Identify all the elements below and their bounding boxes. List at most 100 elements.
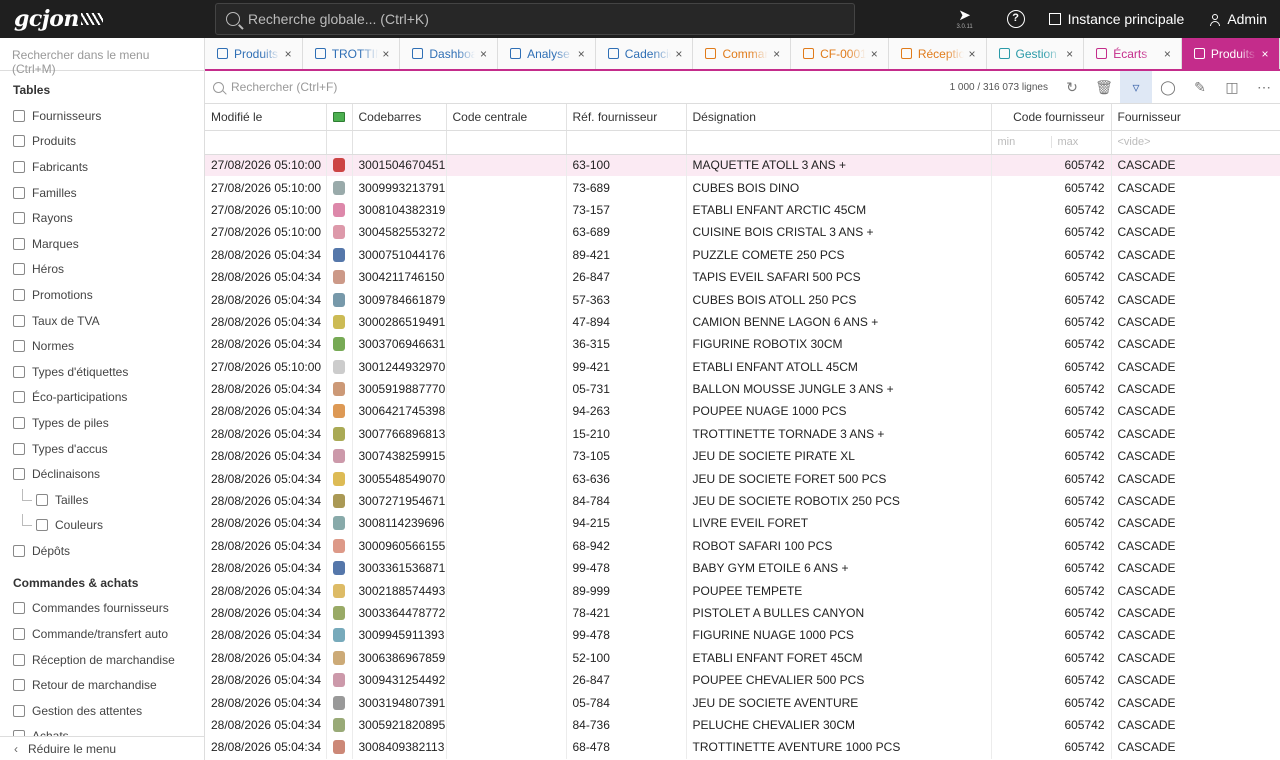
refresh-button[interactable]: ↻ [1056, 71, 1088, 103]
table-row[interactable]: 28/08/2026 05:04:34 3002188574493 89-999 PO… [205, 579, 1280, 602]
sidebar-item-produits[interactable]: Produits [0, 129, 204, 155]
product-thumbnail[interactable] [333, 247, 345, 262]
compare-button[interactable]: ◯ [1152, 71, 1184, 103]
product-thumbnail[interactable] [333, 180, 345, 195]
table-row[interactable]: 28/08/2026 05:04:34 3005919887770 05-731 BA… [205, 377, 1280, 401]
product-thumbnail[interactable] [333, 650, 345, 665]
close-icon[interactable]: × [968, 47, 975, 61]
close-icon[interactable]: × [1262, 47, 1269, 61]
delete-button[interactable]: 🗑 [1088, 71, 1120, 103]
close-icon[interactable]: × [1066, 47, 1073, 61]
product-thumbnail[interactable] [333, 516, 345, 531]
tab-trottinette[interactable]: TROTTINETTE × [303, 38, 401, 69]
table-row[interactable]: 28/08/2026 05:04:34 3008114239696 94-215 LI… [205, 512, 1280, 535]
sidebar-item-commande-transfert-auto[interactable]: Commande/transfert auto [0, 621, 204, 647]
tab-cadencier[interactable]: Cadencier × [596, 38, 694, 69]
sidebar-item-normes[interactable]: Normes [0, 333, 204, 359]
sidebar-item-taux-de-tva[interactable]: Taux de TVA [0, 308, 204, 334]
table-row[interactable]: 28/08/2026 05:04:34 3005548549070 63-636 JE… [205, 467, 1280, 490]
global-search-input[interactable]: Recherche globale... (Ctrl+K) [215, 3, 855, 35]
release-notes-button[interactable]: ➤ 3.0.11 [945, 7, 985, 31]
product-thumbnail[interactable] [333, 292, 345, 307]
column-header-image[interactable] [326, 104, 353, 131]
close-icon[interactable]: × [773, 47, 780, 61]
sidebar-item-gestion-des-attentes[interactable]: Gestion des attentes [0, 698, 204, 724]
product-thumbnail[interactable] [333, 404, 345, 419]
filter-min-input[interactable]: min [992, 136, 1052, 148]
filter-modified[interactable] [205, 130, 327, 155]
sidebar-item-marques[interactable]: Marques [0, 231, 204, 257]
column-header-modified[interactable]: Modifié le [205, 104, 327, 131]
product-thumbnail[interactable] [333, 606, 345, 620]
close-icon[interactable]: × [285, 47, 292, 61]
filter-max-input[interactable]: max [1052, 136, 1111, 148]
column-header-designation[interactable]: Désignation [686, 104, 992, 131]
tab-produits[interactable]: Produits × [1181, 38, 1280, 69]
tab-reception[interactable]: Réception × [889, 38, 987, 69]
product-thumbnail[interactable] [333, 583, 345, 598]
sidebar-item-types-d-accus[interactable]: Types d'accus [0, 436, 204, 462]
tab-cf-0001[interactable]: CF-0001 × [791, 38, 889, 69]
table-row[interactable]: 28/08/2026 05:04:34 3009945911393 99-478 FI… [205, 624, 1280, 647]
table-row[interactable]: 28/08/2026 05:04:34 3006386967859 52-100 ET… [205, 646, 1280, 669]
column-header-central-code[interactable]: Code centrale [446, 104, 567, 131]
column-header-supplier-code[interactable]: Code fournisseur [991, 104, 1112, 131]
product-thumbnail[interactable] [333, 337, 345, 352]
help-button[interactable]: ? [1006, 10, 1025, 28]
sidebar-item-retour-de-marchandise[interactable]: Retour de marchandise [0, 672, 204, 698]
close-icon[interactable]: × [871, 47, 878, 61]
filter-designation[interactable] [686, 130, 992, 155]
close-icon[interactable]: × [480, 47, 487, 61]
product-thumbnail[interactable] [333, 359, 345, 374]
table-row[interactable]: 28/08/2026 05:04:34 3003364478772 78-421 PI… [205, 601, 1280, 625]
table-row[interactable]: 28/08/2026 05:04:34 3006421745398 94-263 PO… [205, 400, 1280, 423]
close-icon[interactable]: × [1164, 47, 1171, 61]
product-thumbnail[interactable] [333, 426, 345, 441]
sidebar-item-commandes-fournisseurs[interactable]: Commandes fournisseurs [0, 596, 204, 622]
sidebar-item-promotions[interactable]: Promotions [0, 282, 204, 308]
user-menu[interactable]: Admin [1210, 11, 1267, 27]
filter-supplier-ref[interactable] [566, 130, 687, 155]
product-thumbnail[interactable] [333, 628, 345, 643]
tab-dashboard[interactable]: Dashboard × [400, 38, 499, 69]
product-thumbnail[interactable] [333, 314, 345, 329]
table-row[interactable]: 28/08/2026 05:04:34 3009784661879 57-363 CU… [205, 288, 1280, 311]
table-row[interactable]: 27/08/2026 05:10:00 3004582553272 63-689 CU… [205, 221, 1280, 244]
sidebar-item-tailles[interactable]: Tailles [0, 487, 204, 513]
product-thumbnail[interactable] [333, 538, 345, 553]
sidebar-item-familles[interactable]: Familles [0, 180, 204, 206]
product-thumbnail[interactable] [333, 717, 345, 732]
product-thumbnail[interactable] [333, 494, 345, 509]
edit-button[interactable]: ✎ [1184, 71, 1216, 103]
sidebar-item-eco-participations[interactable]: Éco-participations [0, 385, 204, 411]
columns-button[interactable]: ◫ [1216, 71, 1248, 103]
product-thumbnail[interactable] [333, 202, 345, 217]
menu-search-input[interactable]: Rechercher dans le menu (Ctrl+M) [0, 38, 204, 76]
product-thumbnail[interactable] [333, 225, 345, 240]
sidebar-item-declinaisons[interactable]: Déclinaisons [0, 461, 204, 487]
sidebar-item-types-d-etiquettes[interactable]: Types d'étiquettes [0, 359, 204, 385]
more-button[interactable]: ⋯ [1248, 71, 1280, 103]
table-row[interactable]: 27/08/2026 05:10:00 3001504670451 63-100 MA… [205, 154, 1280, 177]
product-thumbnail[interactable] [333, 561, 345, 576]
tab-commandes[interactable]: Commandes × [693, 38, 792, 69]
table-row[interactable]: 28/08/2026 05:04:34 3008409382113 68-478 TR… [205, 736, 1280, 759]
product-thumbnail[interactable] [333, 449, 345, 464]
product-thumbnail[interactable] [333, 270, 345, 285]
table-row[interactable]: 28/08/2026 05:04:34 3007271954671 84-784 JE… [205, 489, 1280, 513]
sidebar-item-heros[interactable]: Héros [0, 257, 204, 283]
table-row[interactable]: 28/08/2026 05:04:34 3000960566155 68-942 RO… [205, 534, 1280, 558]
table-row[interactable]: 28/08/2026 05:04:34 3007438259915 73-105 JE… [205, 445, 1280, 468]
app-logo[interactable]: gcjon [0, 6, 205, 32]
tab-ecarts[interactable]: Écarts × [1084, 38, 1182, 69]
tab-gestion[interactable]: Gestion × [987, 38, 1085, 69]
product-thumbnail[interactable] [333, 382, 345, 397]
close-icon[interactable]: × [382, 47, 389, 61]
product-thumbnail[interactable] [333, 695, 345, 710]
table-row[interactable]: 27/08/2026 05:10:00 3008104382319 73-157 ET… [205, 198, 1280, 222]
sidebar-item-types-de-piles[interactable]: Types de piles [0, 410, 204, 436]
product-thumbnail[interactable] [333, 471, 345, 486]
close-icon[interactable]: × [578, 47, 585, 61]
table-row[interactable]: 28/08/2026 05:04:34 3003194807391 05-784 JE… [205, 691, 1280, 714]
sidebar-item-rayons[interactable]: Rayons [0, 205, 204, 231]
